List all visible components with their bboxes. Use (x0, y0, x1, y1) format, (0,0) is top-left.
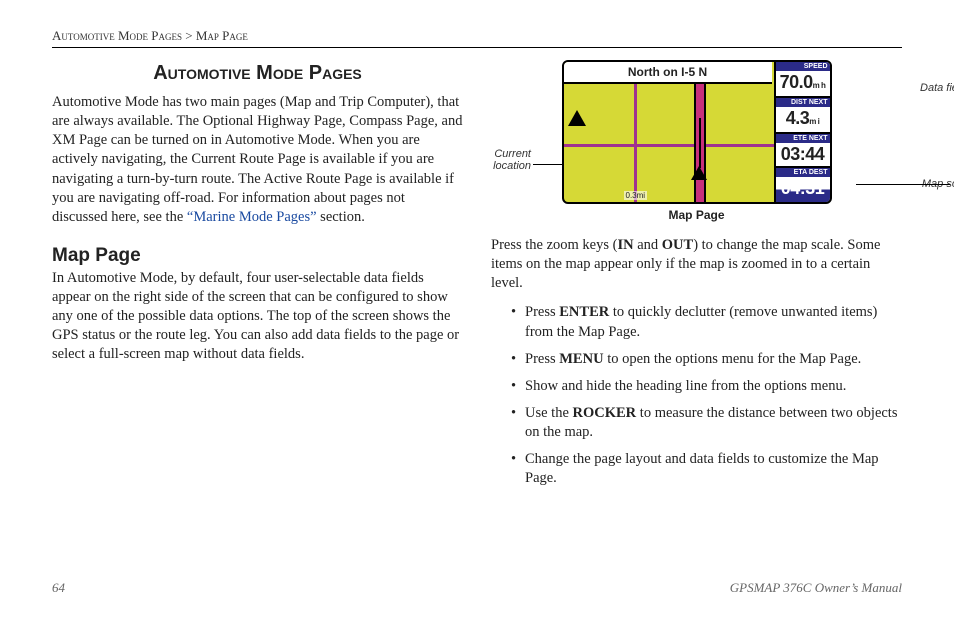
gps-screenshot: North on I-5 N 0.3mi SPEED 70.0m h (562, 60, 832, 204)
page-footer: 64 GPSMAP 376C Owner’s Manual (52, 580, 902, 596)
document-title: GPSMAP 376C Owner’s Manual (730, 580, 902, 596)
data-field-label: SPEED (776, 62, 830, 71)
annotation-current-location: Current location (471, 148, 531, 172)
instruction-list: Press ENTER to quickly declutter (remove… (511, 303, 902, 488)
key-in: IN (617, 237, 633, 253)
zoom-text-pre: Press the zoom keys ( (491, 237, 617, 253)
data-field-value: 04:31 (781, 178, 825, 198)
li-text: to open the options menu for the Map Pag… (604, 351, 862, 367)
data-field-value: 70.0 (780, 72, 813, 92)
data-field-speed: SPEED 70.0m h (774, 62, 830, 98)
north-pointer-icon (568, 110, 586, 126)
route-leg-bar: North on I-5 N (564, 62, 772, 84)
page-title: Automotive Mode Pages (52, 62, 463, 85)
zoom-paragraph: Press the zoom keys (IN and OUT) to chan… (491, 236, 902, 293)
data-field-label: ETA DEST (776, 168, 830, 177)
breadcrumb: Automotive Mode Pages > Map Page (52, 28, 902, 48)
map-scale-readout: 0.3mi (624, 191, 648, 200)
data-field-label: ETE NEXT (776, 134, 830, 143)
intro-text-post: section. (317, 209, 365, 225)
section-heading-map-page: Map Page (52, 245, 463, 267)
key-rocker: ROCKER (573, 405, 637, 421)
list-item: Change the page layout and data fields t… (511, 450, 902, 488)
list-item: Press ENTER to quickly declutter (remove… (511, 303, 902, 341)
breadcrumb-part-2: Map Page (196, 28, 248, 43)
key-menu: MENU (559, 351, 603, 367)
data-field-ete-next: ETE NEXT 03:44 (774, 134, 830, 168)
data-field-value: 03:44 (776, 143, 830, 165)
map-page-figure: Current location Data fields Map scale N… (491, 60, 902, 222)
data-field-eta-dest: ETA DEST 04:31P M (774, 168, 830, 204)
manual-page: Automotive Mode Pages > Map Page Automot… (0, 0, 954, 618)
page-number: 64 (52, 580, 65, 596)
right-column: Current location Data fields Map scale N… (491, 58, 902, 496)
list-item: Show and hide the heading line from the … (511, 377, 902, 396)
data-field-dist-next: DIST NEXT 4.3m i (774, 98, 830, 134)
breadcrumb-separator: > (185, 28, 192, 43)
marine-mode-link[interactable]: “Marine Mode Pages” (187, 209, 317, 225)
li-text: Press (525, 304, 559, 320)
data-field-value: 4.3 (786, 108, 810, 128)
heading-line (699, 118, 701, 168)
map-page-paragraph: In Automotive Mode, by default, four use… (52, 269, 463, 365)
data-field-unit: m i (809, 118, 819, 126)
figure-caption: Map Page (491, 208, 902, 222)
breadcrumb-part-1: Automotive Mode Pages (52, 28, 182, 43)
current-position-icon (691, 166, 707, 180)
data-field-label: DIST NEXT (776, 98, 830, 107)
list-item: Press MENU to open the options menu for … (511, 350, 902, 369)
key-out: OUT (662, 237, 693, 253)
li-text: Press (525, 351, 559, 367)
leader-line (856, 184, 950, 185)
annotation-data-fields: Data fields (920, 82, 954, 94)
intro-paragraph: Automotive Mode has two main pages (Map … (52, 93, 463, 227)
li-text: Use the (525, 405, 573, 421)
zoom-text-mid: and (634, 237, 662, 253)
map-road (564, 144, 774, 147)
map-area: 0.3mi (564, 84, 774, 202)
key-enter: ENTER (559, 304, 609, 320)
map-road (634, 84, 637, 202)
list-item: Use the ROCKER to measure the distance b… (511, 404, 902, 442)
intro-text-pre: Automotive Mode has two main pages (Map … (52, 94, 462, 225)
left-column: Automotive Mode Pages Automotive Mode ha… (52, 58, 463, 496)
data-field-unit: m h (813, 82, 826, 90)
